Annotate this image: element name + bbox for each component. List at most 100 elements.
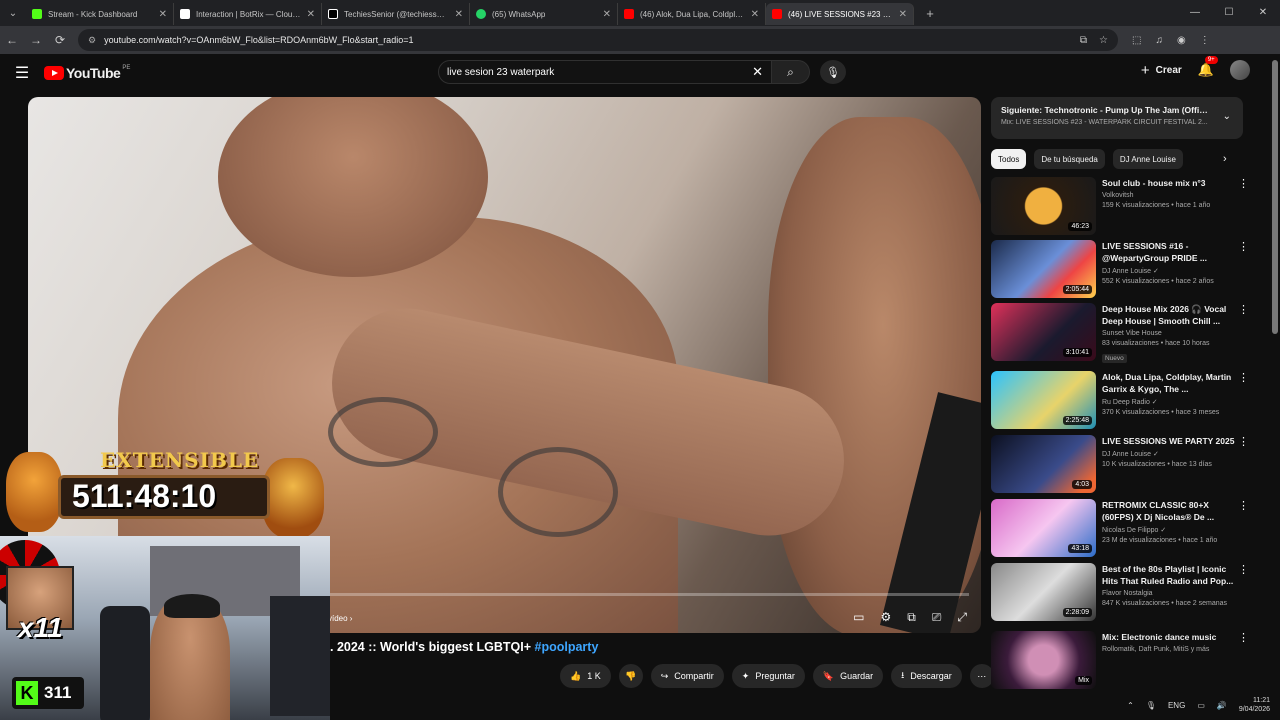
close-icon[interactable]: ✕: [159, 9, 167, 20]
chip-all[interactable]: Todos: [991, 149, 1027, 169]
chevron-down-icon[interactable]: ⌄: [1223, 111, 1231, 122]
mic-tray-icon[interactable]: 🎙: [1146, 701, 1156, 710]
tab-youtube-live-sessions[interactable]: (46) LIVE SESSIONS #23 - W ✕: [766, 3, 914, 25]
chevron-right-icon[interactable]: ›: [1223, 153, 1227, 165]
ask-button[interactable]: ✦ Preguntar: [731, 664, 805, 688]
miniplayer-icon[interactable]: ⧉: [907, 610, 916, 625]
video-thumbnail[interactable]: Mix: [991, 631, 1096, 689]
chip-dj-anne-louise[interactable]: DJ Anne Louise: [1112, 149, 1183, 169]
extensions-icon[interactable]: ⬚: [1132, 35, 1141, 46]
recommended-video[interactable]: Mix Mix: Electronic dance music Rollomatik…: [991, 631, 1253, 691]
channel-name[interactable]: Nicolas De Filippo ✓: [1102, 526, 1237, 534]
page-scrollbar[interactable]: [1272, 60, 1278, 334]
tab-search-icon[interactable]: ⌄: [0, 0, 26, 26]
video-title[interactable]: Best of the 80s Playlist | Iconic Hits T…: [1102, 563, 1237, 587]
back-icon[interactable]: ←: [0, 33, 24, 47]
create-button[interactable]: + Crear: [1141, 62, 1182, 79]
chip-from-search[interactable]: De tu búsqueda: [1034, 149, 1105, 169]
recommended-video[interactable]: 2:25:48 Alok, Dua Lipa, Coldplay, Martin …: [991, 371, 1253, 431]
channel-name[interactable]: DJ Anne Louise ✓: [1102, 450, 1237, 458]
new-tab-icon[interactable]: +: [920, 6, 940, 21]
video-thumbnail[interactable]: 4:03: [991, 435, 1096, 493]
video-thumbnail[interactable]: 2:05:44: [991, 240, 1096, 298]
channel-name[interactable]: Ru Deep Radio ✓: [1102, 398, 1237, 406]
fullscreen-icon[interactable]: ⤢: [957, 610, 967, 625]
more-options-icon[interactable]: ⋮: [1238, 177, 1249, 190]
clear-search-icon[interactable]: ✕: [752, 64, 763, 80]
tab-youtube-alok[interactable]: (46) Alok, Dua Lipa, Coldplay, M ✕: [618, 3, 766, 25]
youtube-logo[interactable]: YouTube PE: [44, 65, 130, 81]
recommended-video[interactable]: 4:03 LIVE SESSIONS WE PARTY 2025 DJ Anne L…: [991, 435, 1253, 495]
save-button[interactable]: 🔖 Guardar: [812, 664, 884, 688]
close-window-icon[interactable]: ✕: [1246, 0, 1280, 26]
like-button[interactable]: 👍 1 K: [560, 664, 611, 688]
more-options-icon[interactable]: ⋮: [1238, 435, 1249, 448]
more-videos-link[interactable]: vídeo ›: [328, 614, 352, 623]
channel-name[interactable]: DJ Anne Louise ✓: [1102, 267, 1237, 275]
video-thumbnail[interactable]: 43:18: [991, 499, 1096, 557]
video-title[interactable]: LIVE SESSIONS WE PARTY 2025: [1102, 435, 1237, 447]
recommended-video[interactable]: 43:18 RETROMIX CLASSIC 80+X (60FPS) X Dj …: [991, 499, 1253, 559]
video-thumbnail[interactable]: 3:10:41: [991, 303, 1096, 361]
tab-botrix[interactable]: Interaction | BotRix — Cloud St ✕: [174, 3, 322, 25]
recommended-video[interactable]: 2:28:09 Best of the 80s Playlist | Iconic…: [991, 563, 1253, 623]
recommended-video[interactable]: 2:05:44 LIVE SESSIONS #16 - @WepartyGroup…: [991, 240, 1253, 300]
video-title[interactable]: LIVE SESSIONS #16 - @WepartyGroup PRIDE …: [1102, 240, 1237, 264]
settings-icon[interactable]: ⚙: [880, 610, 891, 625]
minimize-icon[interactable]: —: [1178, 0, 1212, 26]
close-icon[interactable]: ✕: [751, 9, 759, 20]
video-title[interactable]: RETROMIX CLASSIC 80+X (60FPS) X Dj Nicol…: [1102, 499, 1237, 523]
more-options-icon[interactable]: ⋮: [1238, 240, 1249, 253]
dislike-button[interactable]: 👎: [618, 664, 643, 688]
download-button[interactable]: ⭳ Descargar: [891, 664, 962, 688]
share-button[interactable]: ↪ Compartir: [650, 664, 724, 688]
video-title[interactable]: Mix: Electronic dance music: [1102, 631, 1237, 643]
system-clock[interactable]: 11:21 9/04/2026: [1239, 696, 1270, 714]
url-field[interactable]: ⚙ youtube.com/watch?v=OAnm6bW_Flo&list=R…: [78, 29, 1118, 51]
voice-search-button[interactable]: 🎙: [820, 60, 846, 84]
cast-icon[interactable]: ⧉: [1080, 35, 1087, 46]
bookmark-star-icon[interactable]: ☆: [1099, 35, 1108, 46]
channel-name[interactable]: Volkovitsh: [1102, 192, 1237, 199]
browser-menu-icon[interactable]: ⋮: [1200, 35, 1210, 46]
profile-icon[interactable]: ◉: [1177, 35, 1186, 46]
channel-name[interactable]: Rollomatik, Daft Punk, MitiS y más: [1102, 646, 1237, 653]
more-options-icon[interactable]: ⋮: [1238, 499, 1249, 512]
video-thumbnail[interactable]: 2:25:48: [991, 371, 1096, 429]
video-title[interactable]: Soul club - house mix n°3: [1102, 177, 1237, 189]
recommended-video[interactable]: 3:10:41 Deep House Mix 2026 🎧 Vocal Deep …: [991, 303, 1253, 363]
volume-icon[interactable]: 🔊: [1217, 701, 1227, 710]
subtitles-icon[interactable]: ▭: [853, 610, 864, 625]
channel-name[interactable]: Sunset Vibe House: [1102, 330, 1237, 337]
search-button[interactable]: ⌕: [772, 60, 810, 84]
maximize-icon[interactable]: ☐: [1212, 0, 1246, 26]
channel-name[interactable]: Flavor Nostalgia: [1102, 590, 1237, 597]
tab-tiktok[interactable]: TechiesSenior (@techiessenior_ ✕: [322, 3, 470, 25]
site-info-icon[interactable]: ⚙: [88, 35, 96, 46]
language-indicator[interactable]: ENG: [1168, 701, 1185, 710]
forward-icon[interactable]: →: [24, 33, 48, 47]
more-options-icon[interactable]: ⋮: [1238, 563, 1249, 576]
more-options-icon[interactable]: ⋮: [1238, 371, 1249, 384]
video-thumbnail[interactable]: 2:28:09: [991, 563, 1096, 621]
hashtag-link[interactable]: #poolparty: [535, 640, 599, 654]
more-options-icon[interactable]: ⋮: [1238, 631, 1249, 644]
more-options-icon[interactable]: ⋮: [1238, 303, 1249, 316]
video-title[interactable]: Deep House Mix 2026 🎧 Vocal Deep House |…: [1102, 303, 1237, 327]
notifications-button[interactable]: 🔔 9+: [1198, 56, 1218, 78]
reload-icon[interactable]: ⟳: [48, 33, 72, 47]
close-icon[interactable]: ✕: [899, 9, 907, 20]
tab-kick[interactable]: Stream - Kick Dashboard ✕: [26, 3, 174, 25]
media-icon[interactable]: ♫: [1155, 35, 1163, 46]
close-icon[interactable]: ✕: [603, 9, 611, 20]
search-input[interactable]: live sesion 23 waterpark ✕: [438, 60, 772, 84]
video-thumbnail[interactable]: 46:23: [991, 177, 1096, 235]
cast-icon[interactable]: ⎚: [932, 610, 942, 625]
recommended-video[interactable]: 46:23 Soul club - house mix n°3 Volkovitsh…: [991, 177, 1253, 237]
chevron-up-icon[interactable]: ⌃: [1127, 701, 1134, 710]
tab-whatsapp[interactable]: (65) WhatsApp ✕: [470, 3, 618, 25]
close-icon[interactable]: ✕: [455, 9, 463, 20]
up-next-panel[interactable]: Siguiente: Technotronic - Pump Up The Ja…: [991, 97, 1243, 139]
menu-icon[interactable]: ☰: [0, 63, 44, 83]
avatar[interactable]: [1230, 60, 1250, 80]
